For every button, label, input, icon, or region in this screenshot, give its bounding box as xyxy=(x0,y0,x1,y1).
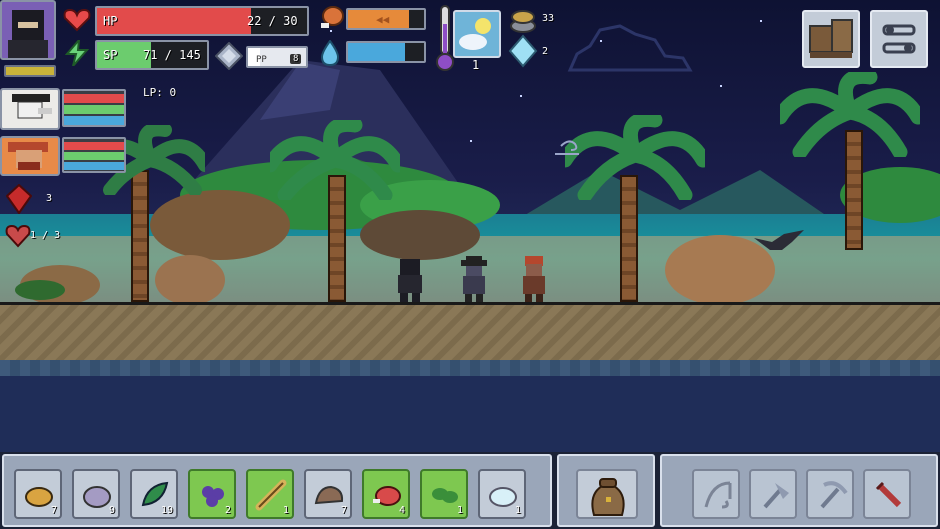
party-1-sp xyxy=(64,105,124,114)
red-gem-icon xyxy=(6,184,32,214)
party-2-mp xyxy=(64,162,124,170)
hotbar-slot[interactable]: 19 xyxy=(130,469,178,519)
sp-label: SP xyxy=(103,48,118,62)
plague-doctor-avatar-icon xyxy=(12,94,52,119)
hotbar-slot[interactable]: 9 xyxy=(72,469,120,519)
pp-badge: 8 xyxy=(290,54,302,64)
hotbar-slot[interactable]: 1 xyxy=(246,469,294,519)
slot-quantity: 1 xyxy=(514,505,521,516)
player-portrait[interactable] xyxy=(0,0,56,60)
red-haired-avatar-icon xyxy=(8,142,48,170)
hotbar: 7 9 19 2 1 7 4 1 1 xyxy=(0,452,940,529)
tool-bar xyxy=(660,454,938,527)
hunger-bar: ◀◀ xyxy=(346,8,426,30)
chest-icon xyxy=(809,19,853,58)
party-1-hp xyxy=(64,94,124,103)
npc-red-haired[interactable] xyxy=(515,256,553,304)
player-character[interactable] xyxy=(390,255,430,303)
thirst-fill xyxy=(348,43,405,61)
hotbar-slot[interactable]: 2 xyxy=(188,469,236,519)
hotbar-slot[interactable]: 7 xyxy=(14,469,62,519)
heart-icon xyxy=(63,8,91,32)
sun-cloud-icon xyxy=(459,18,491,50)
sliders-icon xyxy=(882,24,916,54)
slot-quantity: 4 xyxy=(398,505,405,516)
pp-label: PP xyxy=(256,55,267,65)
party-2-sp xyxy=(64,152,124,160)
tool-slot-fishing-rod[interactable] xyxy=(692,469,740,519)
water-drop-icon xyxy=(320,40,340,66)
party-member-red-haired[interactable] xyxy=(0,136,60,176)
tool-slot-axe[interactable] xyxy=(749,469,797,519)
slot-quantity: 7 xyxy=(50,505,57,516)
shoreline xyxy=(0,360,940,376)
xp-bar xyxy=(4,65,56,77)
hp-bar: HP 22 / 30 xyxy=(95,6,309,36)
lp-counter: LP: 0 xyxy=(143,86,177,99)
hotbar-slot[interactable]: 1 xyxy=(420,469,468,519)
palm-leaves xyxy=(270,120,400,200)
slot-quantity: 9 xyxy=(108,505,115,516)
hotbar-slot[interactable]: 1 xyxy=(478,469,526,519)
backpack-icon xyxy=(591,478,625,516)
party-1-bars xyxy=(62,89,126,127)
slot-quantity: 2 xyxy=(224,505,231,516)
foreground-water xyxy=(0,376,940,452)
party-1-mp xyxy=(64,116,124,125)
item-hotbar: 7 9 19 2 1 7 4 1 1 xyxy=(2,454,552,527)
party-member-plague-doctor[interactable] xyxy=(0,88,60,130)
tool-slot-pickaxe[interactable] xyxy=(806,469,854,519)
sp-value: 71 / 145 xyxy=(143,48,201,62)
wind-swirl-icon xyxy=(555,140,579,155)
thirst-bar xyxy=(346,41,426,63)
palm-leaves xyxy=(780,72,920,157)
meat-hunger-icon xyxy=(321,6,344,28)
heart-gem-icon xyxy=(5,224,31,248)
settings-button[interactable] xyxy=(870,10,928,68)
hunger-arrows: ◀◀ xyxy=(376,13,390,26)
gem-icon xyxy=(508,34,538,68)
slot-quantity: 7 xyxy=(340,505,347,516)
xp-fill xyxy=(6,67,54,75)
axe-icon xyxy=(763,483,789,509)
slot-quantity: 1 xyxy=(282,505,289,516)
hp-value: 22 / 30 xyxy=(247,14,298,28)
hotbar-slot[interactable]: 7 xyxy=(304,469,352,519)
sword-icon xyxy=(875,481,902,508)
fishing-rod-icon xyxy=(704,481,732,509)
party-2-bars xyxy=(62,137,126,173)
red-gem-count: 3 xyxy=(46,193,53,204)
bag-panel xyxy=(557,454,655,527)
hp-label: HP xyxy=(103,14,118,28)
inventory-chest-button[interactable] xyxy=(802,10,860,68)
crow-enemy[interactable] xyxy=(752,228,806,258)
weather-forecast-card[interactable] xyxy=(453,10,501,58)
ninja-avatar-icon xyxy=(8,10,48,58)
pp-bar: PP 8 xyxy=(246,46,308,68)
temperature-level: 1 xyxy=(472,58,480,72)
gem-count: 2 xyxy=(542,46,549,57)
hp-fill xyxy=(97,8,251,34)
coin-stack-icon xyxy=(510,10,536,33)
coin-count: 33 xyxy=(542,13,555,24)
pickaxe-icon xyxy=(820,481,848,509)
hearts-value: 1 / 3 xyxy=(30,230,61,241)
lightning-icon xyxy=(65,40,89,66)
hotbar-slot[interactable]: 4 xyxy=(362,469,410,519)
slot-quantity: 1 xyxy=(456,505,463,516)
backpack-button[interactable] xyxy=(576,469,638,519)
slot-quantity: 19 xyxy=(160,505,173,516)
tool-slot-sword[interactable] xyxy=(863,469,911,519)
diamond-icon xyxy=(215,42,243,70)
sp-bar: SP 71 / 145 xyxy=(95,40,209,70)
party-2-hp xyxy=(64,142,124,150)
npc-plague-doctor[interactable] xyxy=(455,256,493,304)
